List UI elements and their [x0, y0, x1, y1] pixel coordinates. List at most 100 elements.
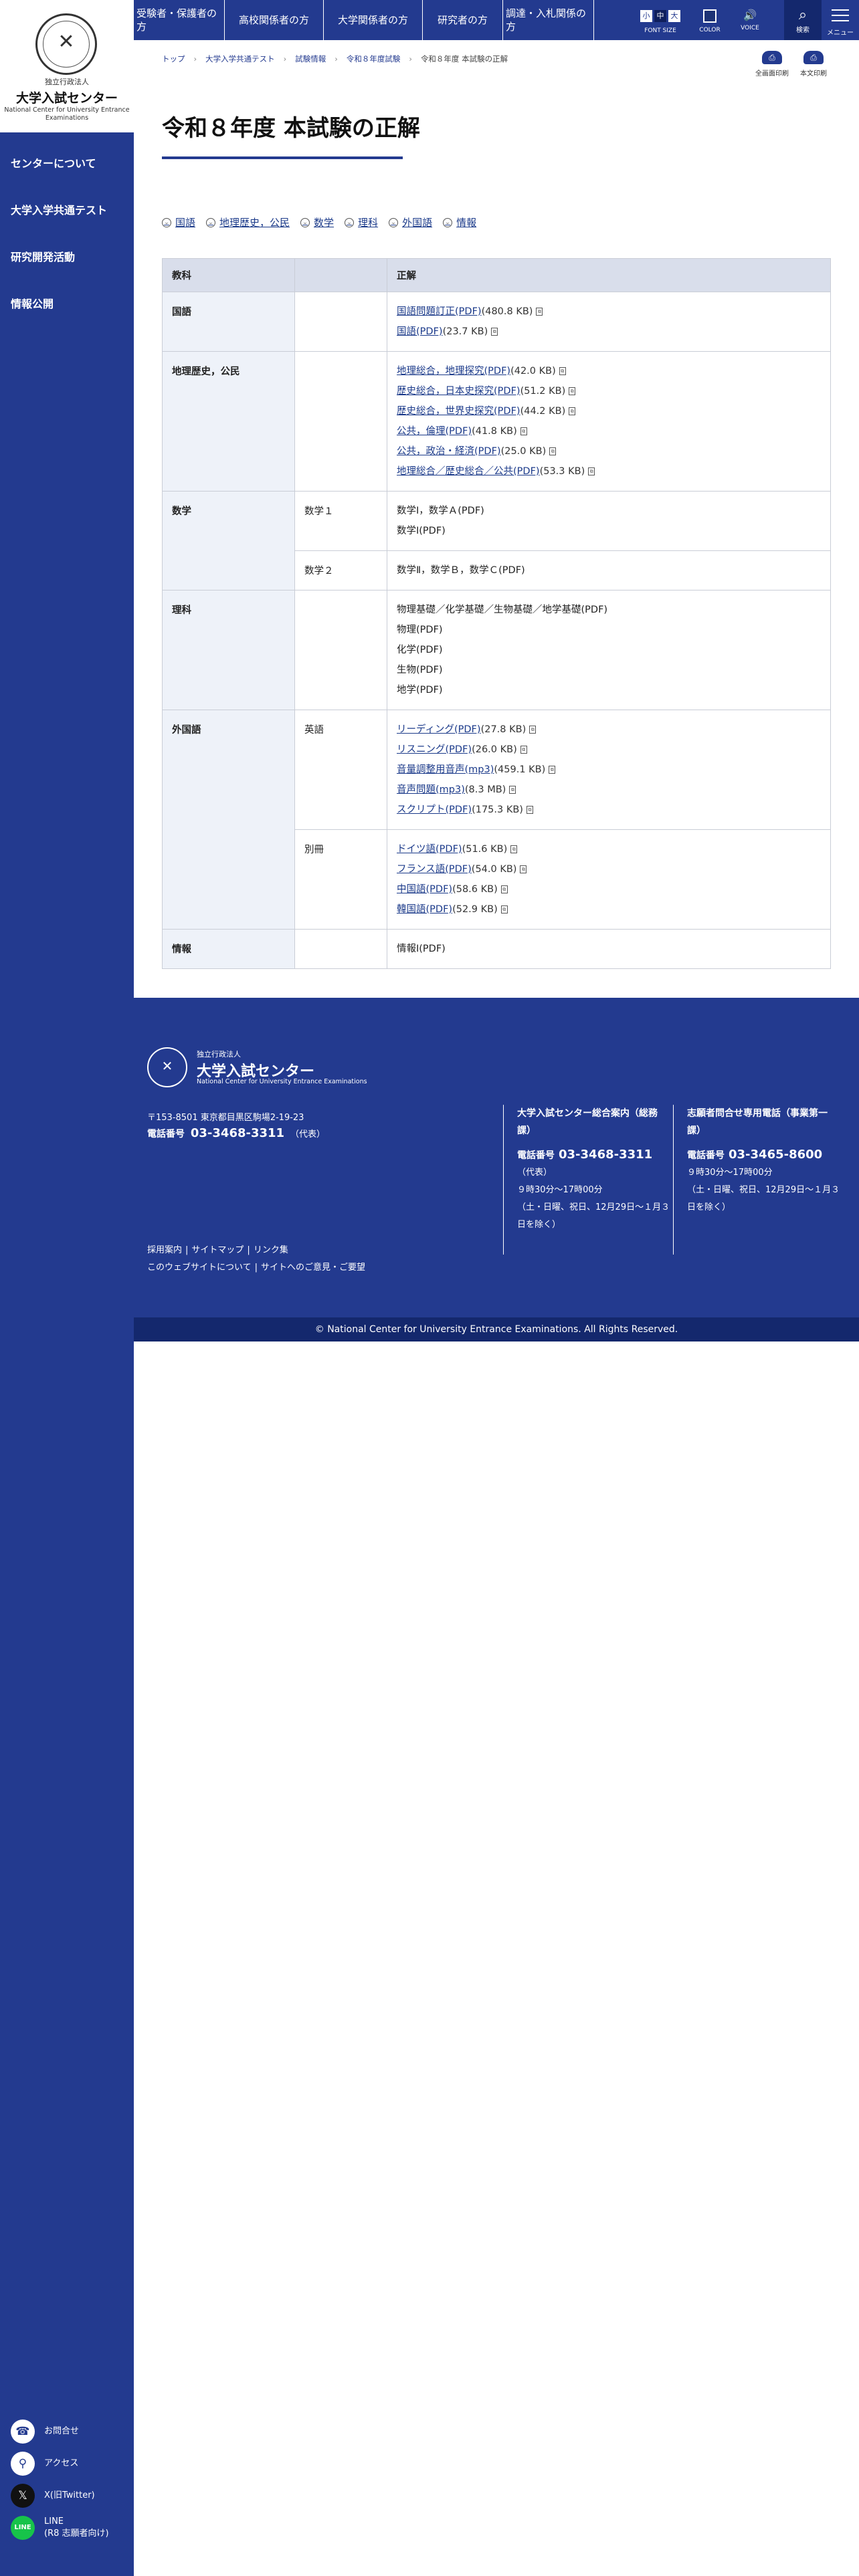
chevron-down-icon: ⌄ [300, 217, 310, 227]
anchor-label: 地理歴史，公民 [219, 217, 290, 229]
answer-item: 数学Ⅰ，数学Ａ(PDF) [397, 501, 821, 521]
answer-text: 生物(PDF) [397, 665, 443, 675]
answer-pdf-link[interactable]: 音量調整用音声(mp3) [397, 764, 494, 775]
anchor-chireki[interactable]: ⌄ 地理歴史，公民 [206, 215, 290, 229]
sub-cell: 数学２ [294, 550, 387, 591]
breadcrumb-exam-info[interactable]: 試験情報 [295, 53, 326, 64]
answer-pdf-link[interactable]: 歴史総合，世界史探究(PDF) [397, 406, 520, 417]
x-logo-icon: 𝕏 [11, 2484, 35, 2508]
topnav-high-school[interactable]: 高校関係者の方 [225, 0, 324, 40]
file-size: (8.3 MB) [464, 784, 506, 795]
footer-contact-phone: 電話番号 03-3468-3311 [517, 1146, 670, 1164]
footer-contact-phone-label: 電話番号 [687, 1150, 725, 1161]
breadcrumb-common-test[interactable]: 大学入学共通テスト [205, 53, 275, 64]
answer-pdf-link[interactable]: ドイツ語(PDF) [397, 844, 462, 855]
printer-icon: ⎙ [803, 51, 824, 64]
answer-pdf-link[interactable]: リーディング(PDF) [397, 724, 481, 735]
anchor-label: 数学 [314, 217, 335, 229]
sidebar-item-disclosure[interactable]: 情報公開 [0, 288, 134, 334]
search-button[interactable]: ⌕ 検索 [784, 0, 822, 40]
font-size-medium[interactable]: 中 [654, 10, 666, 22]
color-control[interactable]: COLOR [693, 0, 727, 40]
external-window-icon: ⧉ [559, 367, 566, 375]
access-link[interactable]: ⚲ アクセス [0, 2448, 134, 2480]
answer-pdf-link[interactable]: 国語(PDF) [397, 326, 443, 337]
answer-item: 歴史総合，世界史探究(PDF)(44.2 KB) ⧉ [397, 401, 821, 421]
answer-text: 数学Ⅰ(PDF) [397, 526, 446, 536]
answer-pdf-link[interactable]: 歴史総合，日本史探究(PDF) [397, 386, 520, 397]
anchor-kokugo[interactable]: ⌄ 国語 [162, 215, 195, 229]
line-link[interactable]: LINE LINE (R8 志願者向け) [0, 2512, 134, 2549]
footer-address: 〒153-8501 東京都目黒区駒場2-19-23 [147, 1113, 304, 1123]
external-window-icon: ⧉ [510, 845, 518, 853]
footer-phone: 電話番号 03-3468-3311 （代表） [147, 1126, 325, 1140]
footer-contact-closed: （土・日曜、祝日、12月29日～１月３日を除く） [517, 1202, 670, 1230]
answer-pdf-link[interactable]: 韓国語(PDF) [397, 904, 452, 915]
print-full-button[interactable]: ⎙ 全画面印刷 [752, 51, 792, 78]
breadcrumb-top[interactable]: トップ [162, 53, 185, 64]
answer-pdf-link[interactable]: 公共，倫理(PDF) [397, 426, 472, 437]
footer-link-sitemap[interactable]: サイトマップ [191, 1245, 244, 1255]
sidebar-item-about[interactable]: センターについて [0, 147, 134, 194]
sidebar-bottom-links: ☎ お問合せ ⚲ アクセス 𝕏 X(旧Twitter) LINE LINE (R… [0, 2416, 134, 2549]
footer-link-links[interactable]: リンク集 [254, 1245, 288, 1255]
topnav-researchers[interactable]: 研究者の方 [423, 0, 503, 40]
x-twitter-link[interactable]: 𝕏 X(旧Twitter) [0, 2480, 134, 2512]
breadcrumb-r8-exam[interactable]: 令和８年度試験 [347, 53, 401, 64]
color-swatch-icon [703, 9, 717, 23]
answer-pdf-link[interactable]: 地理総合／歴史総合／公共(PDF) [397, 466, 540, 477]
contact-link[interactable]: ☎ お問合せ [0, 2416, 134, 2448]
answer-pdf-link[interactable]: 公共，政治・経済(PDF) [397, 446, 501, 457]
footer-link-recruit[interactable]: 採用案内 [147, 1245, 182, 1255]
voice-control[interactable]: 🔊 VOICE [733, 0, 767, 40]
chevron-down-icon: ⌄ [206, 217, 216, 227]
search-label: 検索 [796, 27, 809, 34]
menu-button[interactable]: メニュー [822, 0, 859, 40]
footer-contact-applicants: 志願者問合せ専用電話（事業第一課） 電話番号 03-3465-8600 ９時30分… [673, 1105, 840, 1255]
footer-link-feedback[interactable]: サイトへのご意見・ご要望 [261, 1263, 365, 1273]
font-size-small[interactable]: 小 [640, 10, 652, 22]
topnav-examinees[interactable]: 受験者・保護者の方 [134, 0, 225, 40]
topnav-procurement[interactable]: 調達・入札関係の方 [503, 0, 594, 40]
print-body-button[interactable]: ⎙ 本文印刷 [793, 51, 834, 78]
file-size: (58.6 KB) [452, 884, 498, 895]
answer-pdf-link[interactable]: リスニング(PDF) [397, 744, 472, 755]
external-window-icon: ⧉ [520, 865, 527, 873]
footer-logo-subtitle: 独立行政法人 [197, 1050, 241, 1059]
answer-cell: 地理総合，地理探究(PDF)(42.0 KB) ⧉ 歴史総合，日本史探究(PDF)(… [387, 351, 831, 492]
col-header-sub [294, 258, 387, 292]
anchor-math[interactable]: ⌄ 数学 [300, 215, 334, 229]
table-row: 理科 物理基礎／化学基礎／生物基礎／地学基礎(PDF) 物理(PDF) 化学(PDF… [162, 590, 831, 710]
answer-pdf-link[interactable]: 音声問題(mp3) [397, 784, 465, 795]
answer-cell: 数学Ⅱ，数学Ｂ，数学Ｃ(PDF) [387, 550, 831, 591]
subject-cell: 国語 [162, 292, 295, 352]
file-size: (175.3 KB) [472, 804, 523, 815]
footer-contact-closed: （土・日曜、祝日、12月29日～１月３日を除く） [687, 1185, 840, 1212]
topnav-university[interactable]: 大学関係者の方 [324, 0, 423, 40]
answer-item: 公共，倫理(PDF)(41.8 KB) ⧉ [397, 421, 821, 441]
answer-cell: 国語問題訂正(PDF)(480.8 KB) ⧉ 国語(PDF)(23.7 KB) ⧉ [387, 292, 831, 352]
external-window-icon: ⧉ [500, 905, 508, 914]
file-size: (42.0 KB) [510, 366, 556, 377]
sidebar-item-common-test[interactable]: 大学入学共通テスト [0, 194, 134, 241]
font-size-large[interactable]: 大 [668, 10, 680, 22]
anchor-rika[interactable]: ⌄ 理科 [345, 215, 378, 229]
subject-cell: 地理歴史，公民 [162, 351, 295, 492]
footer-contact-phone-number: 03-3465-8600 [729, 1148, 823, 1162]
col-header-subject: 教科 [162, 258, 295, 292]
sidebar-item-research[interactable]: 研究開発活動 [0, 241, 134, 288]
answer-pdf-link[interactable]: スクリプト(PDF) [397, 804, 472, 815]
answer-pdf-link[interactable]: 国語問題訂正(PDF) [397, 306, 482, 317]
font-size-control[interactable]: 小 中 大 FONT SIZE [637, 0, 684, 40]
site-logo[interactable]: ✕ 独立行政法人 大学入試センター National Center for Un… [0, 0, 134, 132]
external-window-icon: ⧉ [520, 427, 527, 435]
answer-cell: 数学Ⅰ，数学Ａ(PDF) 数学Ⅰ(PDF) [387, 491, 831, 551]
anchor-foreign[interactable]: ⌄ 外国語 [389, 215, 432, 229]
answer-item: 中国語(PDF)(58.6 KB) ⧉ [397, 879, 821, 899]
answer-pdf-link[interactable]: 地理総合，地理探究(PDF) [397, 366, 510, 377]
answer-pdf-link[interactable]: 中国語(PDF) [397, 884, 452, 895]
line-logo-icon: LINE [11, 2516, 35, 2540]
anchor-joho[interactable]: ⌄ 情報 [443, 215, 476, 229]
footer-link-about-site[interactable]: このウェブサイトについて [147, 1263, 252, 1273]
answer-pdf-link[interactable]: フランス語(PDF) [397, 864, 472, 875]
